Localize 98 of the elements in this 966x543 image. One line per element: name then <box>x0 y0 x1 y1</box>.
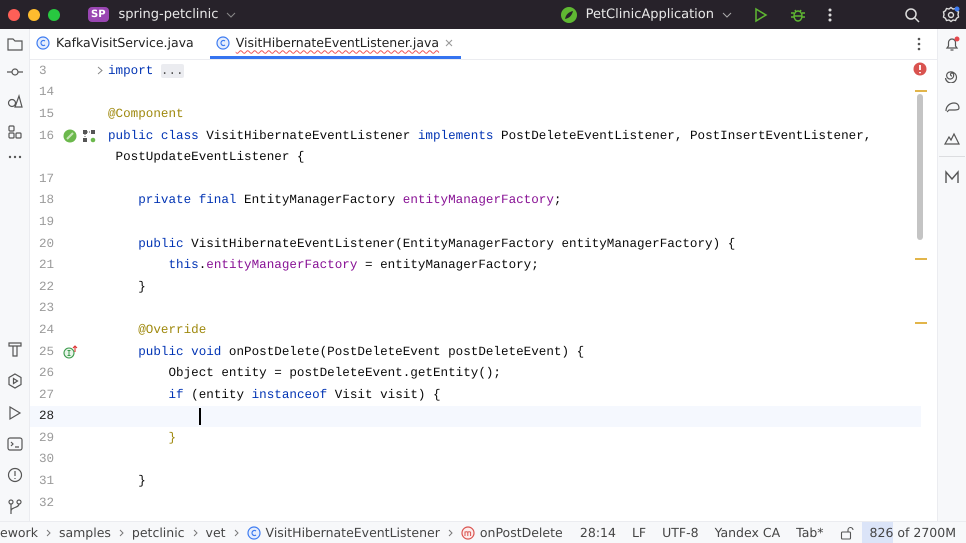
commit-icon[interactable] <box>6 67 22 77</box>
line-number: 27 <box>39 388 54 402</box>
settings-icon[interactable] <box>942 6 960 24</box>
chevron-icon <box>722 12 732 18</box>
breadcrumb[interactable]: vet <box>206 525 226 540</box>
diagram-icon[interactable] <box>82 128 96 143</box>
line-number: 15 <box>39 106 54 121</box>
expand-icon[interactable] <box>97 66 103 76</box>
code-line: @Component <box>108 106 184 123</box>
warning-marker[interactable] <box>915 322 927 324</box>
file-tab[interactable]: KafkaVisitService.java <box>30 29 202 59</box>
code-line: public VisitHibernateEventListener(EntityManagerFactory entityManagerFactory) { <box>137 236 736 253</box>
line-number: 23 <box>39 301 54 316</box>
project-selector[interactable]: spring-petclinic <box>114 7 240 22</box>
line-number: 16 <box>39 128 54 143</box>
line-number: 20 <box>39 236 54 251</box>
code-line: } <box>137 473 146 490</box>
warning-marker[interactable] <box>915 90 927 92</box>
line-number: 28 <box>39 409 54 424</box>
problems-icon[interactable] <box>6 467 22 483</box>
code-line: this.entityManagerFactory = entityManagerFactory; <box>167 257 539 274</box>
project-badge: SP <box>88 7 109 22</box>
breadcrumb[interactable]: petclinic <box>132 525 185 540</box>
code-line: } <box>167 430 176 447</box>
close-icon[interactable] <box>445 38 454 46</box>
line-number: 24 <box>39 322 54 337</box>
code-line: public class VisitHibernateEventListener implements PostDeleteEventListener, PostInsertEventListener, <box>108 128 872 145</box>
code-line: public void onPostDelete(PostDeleteEvent postDeleteEvent) { <box>137 344 584 361</box>
turtle-icon[interactable] <box>944 100 960 114</box>
run-icon[interactable] <box>8 405 22 421</box>
line-number: 26 <box>39 366 54 380</box>
scrollbar-thumb[interactable] <box>917 94 923 240</box>
line-separator[interactable]: LF <box>632 525 646 540</box>
error-icon[interactable] <box>913 62 927 76</box>
line-number: 19 <box>39 214 54 229</box>
run-config-selector[interactable]: PetClinicApplication <box>582 7 736 22</box>
code-line: } <box>137 278 146 296</box>
indent-setting[interactable]: Tab* <box>796 525 824 540</box>
line-number: 25 <box>39 344 54 359</box>
chevron-icon <box>226 12 236 18</box>
cursor-position[interactable]: 28:14 <box>580 525 616 540</box>
breadcrumb[interactable]: VisitHibernateEventListener <box>246 525 440 540</box>
hammer-icon[interactable] <box>8 341 22 357</box>
minimize-window-button[interactable] <box>28 8 40 20</box>
line-number: 18 <box>39 193 54 208</box>
warning-marker[interactable] <box>915 258 927 260</box>
folder-icon[interactable] <box>6 37 22 51</box>
more-icon[interactable] <box>917 37 921 51</box>
code-line: private final EntityManagerFactory entityManagerFactory; <box>137 192 562 210</box>
chevron-icon <box>46 528 51 536</box>
implementation-icon[interactable] <box>63 344 78 359</box>
file-tab[interactable]: VisitHibernateEventListener.java <box>210 29 462 59</box>
more-icon[interactable] <box>8 155 22 159</box>
line-number: 14 <box>39 85 54 100</box>
code-style[interactable]: Yandex CA <box>714 525 780 540</box>
breadcrumb[interactable]: ework <box>0 525 38 540</box>
search-icon[interactable] <box>904 6 920 22</box>
chevron-icon <box>448 528 453 536</box>
close-window-button[interactable] <box>8 8 20 20</box>
line-number: 3 <box>39 64 47 78</box>
breadcrumb[interactable]: onPostDelete <box>460 525 563 540</box>
shapes-icon[interactable] <box>6 93 22 109</box>
chevron-icon <box>118 528 124 536</box>
mountain-icon[interactable] <box>944 131 960 145</box>
chevron-icon <box>192 528 198 536</box>
unlock-icon[interactable] <box>840 526 854 540</box>
run-icon[interactable] <box>754 6 768 22</box>
line-number: 29 <box>39 430 54 445</box>
bell-icon[interactable] <box>944 36 960 52</box>
services-icon[interactable] <box>6 373 22 389</box>
terminal-icon[interactable] <box>6 437 22 451</box>
maximize-window-button[interactable] <box>48 8 60 20</box>
line-number: 17 <box>39 172 54 186</box>
class-icon <box>246 526 261 540</box>
git-branch-icon[interactable] <box>8 499 22 515</box>
line-number: 32 <box>39 496 54 510</box>
leaf-icon <box>560 6 578 24</box>
code-line: Object entity = postDeleteEvent.getEntity(); <box>167 365 501 382</box>
line-number: 21 <box>39 258 54 272</box>
line-number: 22 <box>39 280 54 294</box>
m-letter-icon[interactable] <box>944 170 960 184</box>
structure-icon[interactable] <box>8 125 22 139</box>
class-icon <box>216 36 230 50</box>
memory-indicator[interactable]: 826 of 2700M <box>862 522 964 543</box>
code-line: @Override <box>137 322 206 339</box>
code-line: PostUpdateEventListener { <box>114 149 304 166</box>
line-number: 31 <box>39 474 54 488</box>
spiral-icon[interactable] <box>944 69 960 83</box>
method-icon <box>460 526 475 540</box>
code-line: if (entity instanceof Visit visit) { <box>167 386 441 404</box>
more-icon[interactable] <box>828 6 832 22</box>
text-cursor <box>199 408 201 425</box>
breadcrumb[interactable]: samples <box>58 525 111 540</box>
line-number: 30 <box>39 452 54 466</box>
chevron-icon <box>234 528 239 536</box>
file-encoding[interactable]: UTF-8 <box>662 525 699 540</box>
code-line: import ... <box>108 62 184 80</box>
class-icon <box>36 36 50 50</box>
